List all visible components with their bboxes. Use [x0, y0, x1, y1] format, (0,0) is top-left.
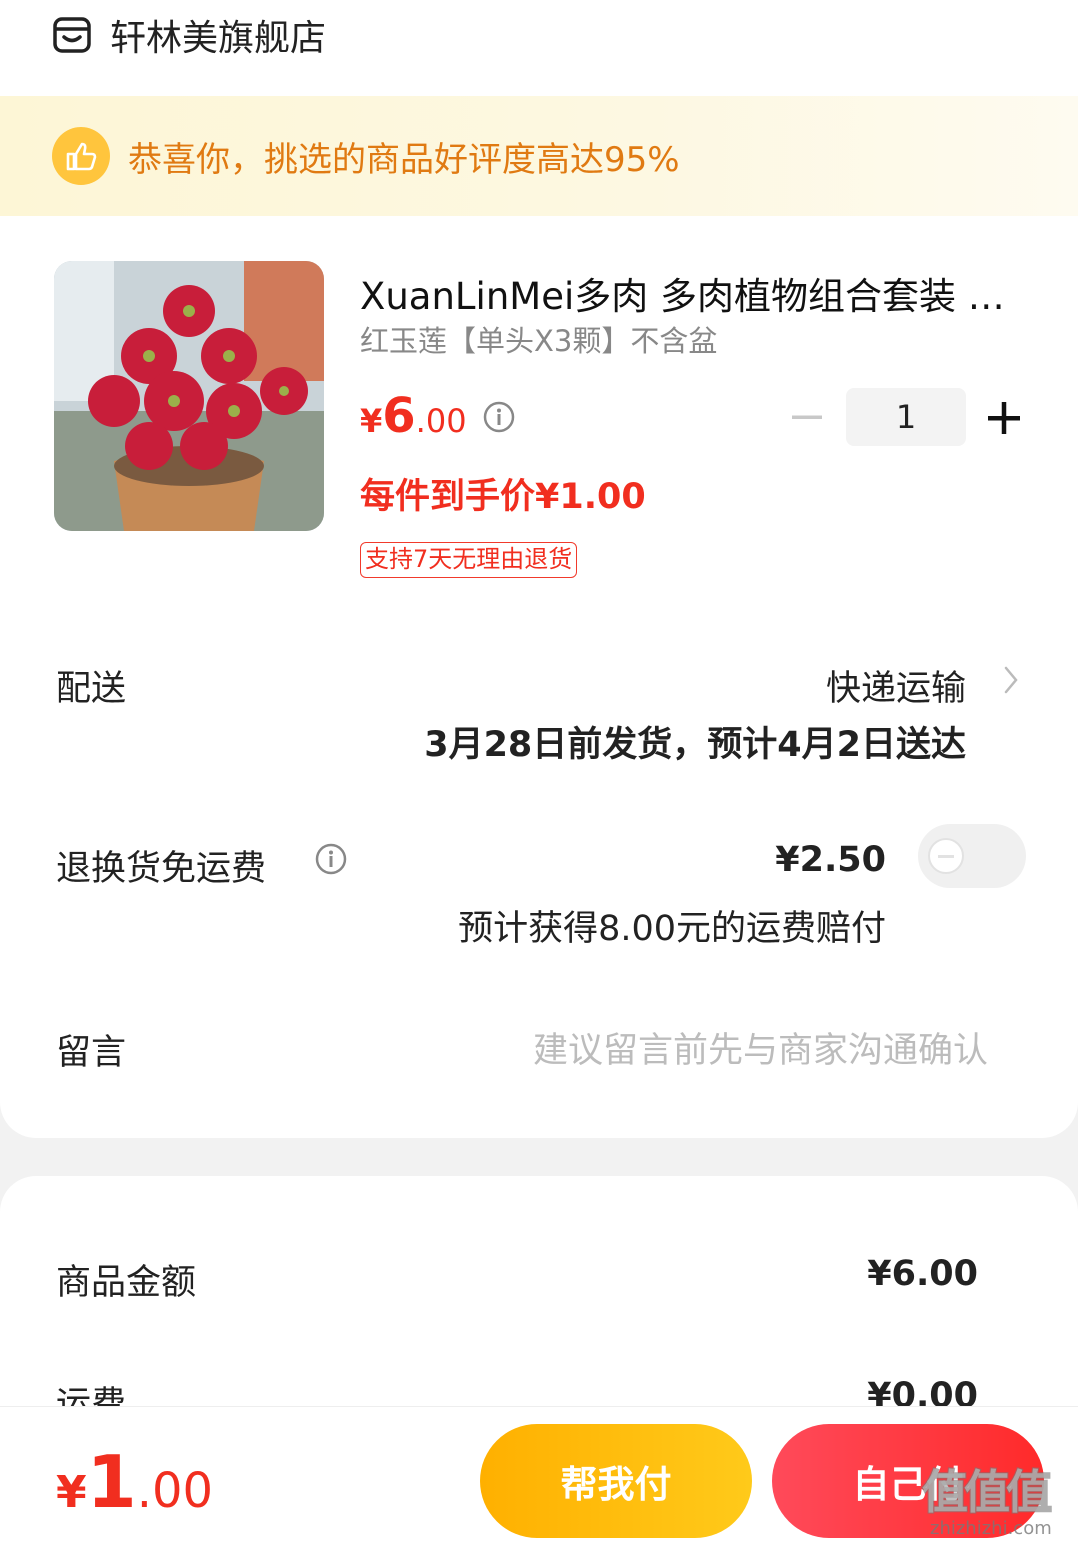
price-info-icon[interactable]: [482, 400, 516, 434]
delivery-eta: 3月28日前发货，预计4月2日送达: [424, 725, 966, 765]
store-name: 轩林美旗舰店: [110, 18, 327, 59]
banner-text: 恭喜你，挑选的商品好评度高达95%: [128, 139, 680, 180]
product-image[interactable]: [54, 261, 324, 531]
help-me-pay-button[interactable]: 帮我付: [480, 1424, 752, 1538]
product-title[interactable]: XuanLinMei多肉 多肉植物组合套装 多肉盆栽: [360, 266, 1030, 320]
watermark-logo: 值值值: [921, 1464, 1053, 1520]
quantity-minus-button[interactable]: [790, 400, 824, 434]
message-input[interactable]: 建议留言前先与商家沟通确认: [440, 1022, 988, 1073]
freight-insurance-label: 退换货免运费: [56, 849, 267, 889]
return-policy-badge: 支持7天无理由退货: [360, 542, 578, 578]
quantity-input[interactable]: 1: [846, 388, 966, 446]
thumbs-up-icon: [52, 127, 110, 185]
delivery-label: 配送: [56, 669, 127, 709]
quantity-plus-button[interactable]: [986, 400, 1022, 436]
goods-amount-label: 商品金额: [56, 1263, 197, 1303]
store-header[interactable]: 轩林美旗舰店: [52, 10, 326, 60]
watermark-url: zhizhizhi.com: [930, 1518, 1052, 1539]
goods-amount-value: ¥6.00: [867, 1254, 978, 1294]
rating-banner: 恭喜你，挑选的商品好评度高达95%: [0, 96, 1078, 216]
freight-insurance-note: 预计获得8.00元的运费赔付: [458, 909, 886, 949]
delivery-method[interactable]: 快递运输: [600, 660, 966, 711]
unit-price: ¥ 6 .00: [360, 388, 467, 444]
toggle-knob: [928, 838, 964, 874]
chevron-right-icon[interactable]: [1000, 662, 1022, 698]
total-price: ¥ 1 .00: [56, 1440, 214, 1524]
freight-insurance-toggle[interactable]: [918, 824, 1026, 888]
message-label: 留言: [56, 1033, 127, 1073]
freight-insurance-price: ¥2.50: [775, 840, 886, 880]
store-icon: [53, 17, 91, 53]
product-spec[interactable]: 红玉莲【单头X3颗】不含盆: [360, 318, 717, 360]
freight-info-icon[interactable]: [314, 842, 348, 876]
each-price: 每件到手价¥1.00: [360, 477, 646, 517]
